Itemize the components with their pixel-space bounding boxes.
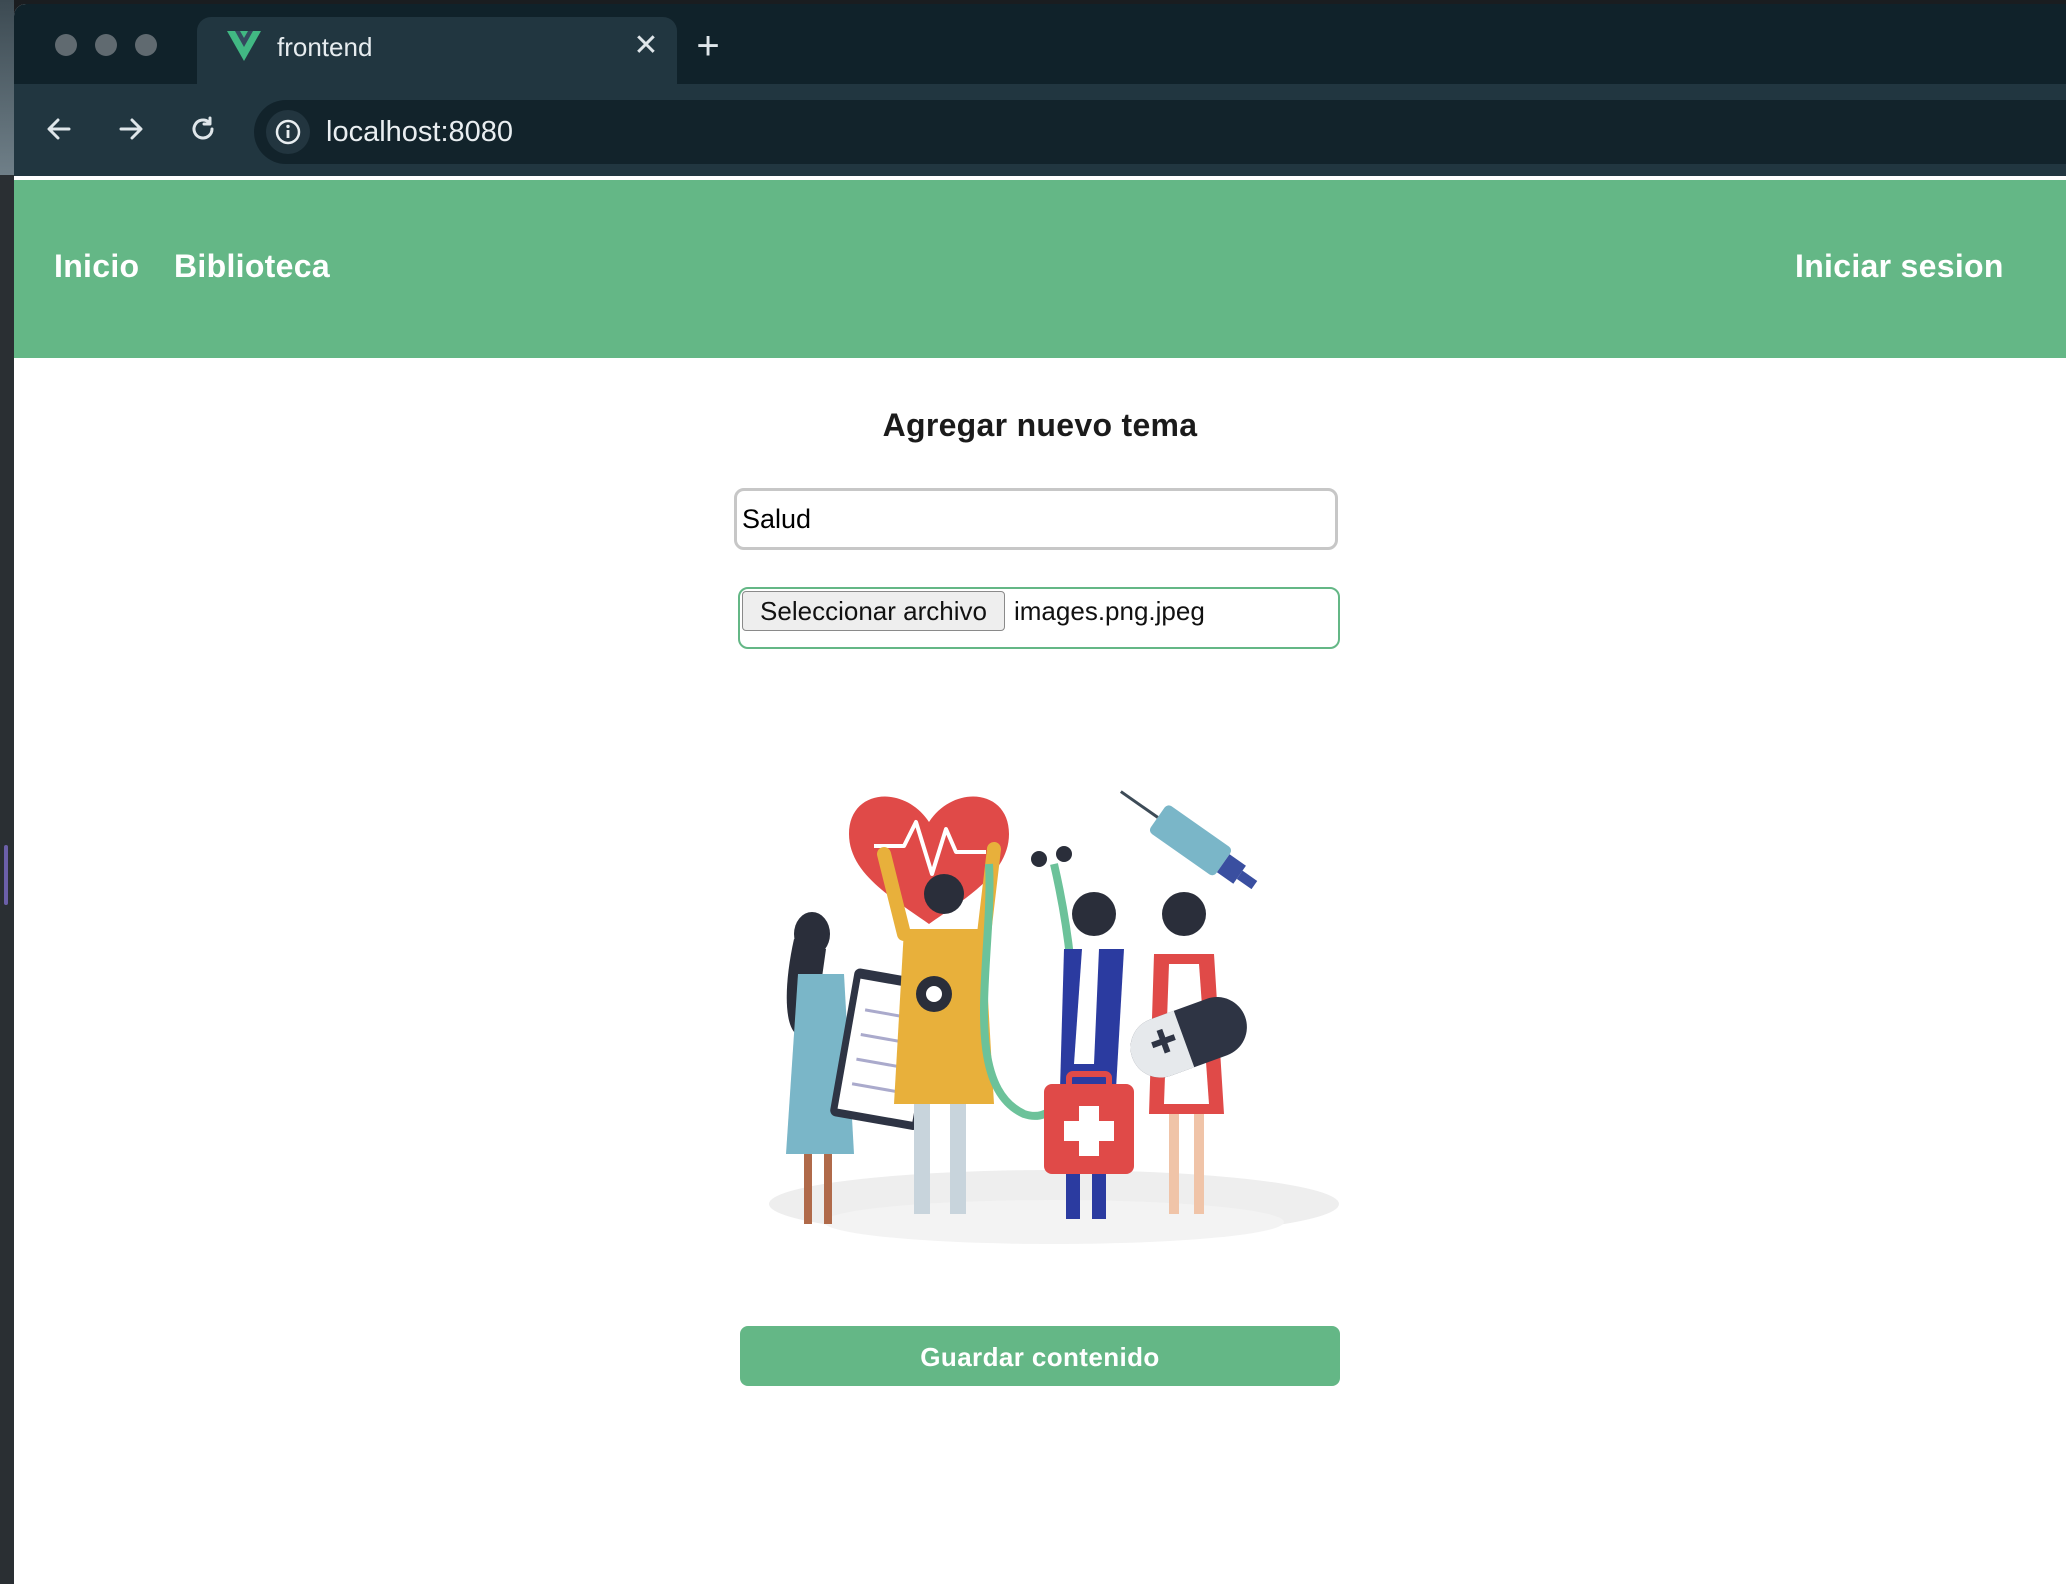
plus-icon[interactable]: +	[686, 24, 730, 68]
choose-file-button[interactable]: Seleccionar archivo	[742, 591, 1005, 631]
reload-icon[interactable]	[180, 106, 226, 152]
file-input[interactable]: Seleccionar archivo images.png.jpeg	[738, 587, 1340, 649]
tab-title: frontend	[277, 32, 373, 62]
maximize-window-button[interactable]	[135, 34, 157, 56]
browser-window: frontend ✕ + localhost:8080 Inicio Bibli…	[14, 4, 2066, 1584]
nav-link-biblioteca[interactable]: Biblioteca	[174, 246, 330, 286]
selected-file-name: images.png.jpeg	[1014, 596, 1205, 626]
desktop-edge	[0, 0, 14, 1584]
window-edge-accent	[4, 845, 8, 905]
nav-link-login[interactable]: Iniciar sesion	[1795, 246, 2004, 286]
desktop-wallpaper-sliver	[0, 0, 14, 175]
tab-strip: frontend ✕ +	[14, 4, 2066, 97]
nav-link-inicio[interactable]: Inicio	[54, 246, 139, 286]
vue-logo-icon	[227, 31, 261, 61]
close-window-button[interactable]	[55, 34, 77, 56]
save-content-button[interactable]: Guardar contenido	[740, 1326, 1340, 1386]
topic-name-input[interactable]	[734, 488, 1338, 550]
address-bar[interactable]: localhost:8080	[254, 100, 2066, 164]
site-navbar: Inicio Biblioteca Iniciar sesion	[14, 180, 2066, 358]
minimize-window-button[interactable]	[95, 34, 117, 56]
window-controls	[55, 34, 157, 56]
close-icon[interactable]: ✕	[629, 29, 663, 63]
browser-toolbar: localhost:8080	[14, 84, 2066, 176]
page-title: Agregar nuevo tema	[882, 407, 1198, 443]
arrow-right-icon[interactable]	[108, 106, 154, 152]
info-icon[interactable]	[266, 110, 310, 154]
health-illustration-preview	[769, 790, 1339, 1244]
url-text: localhost:8080	[326, 116, 514, 148]
arrow-left-icon[interactable]	[36, 106, 82, 152]
